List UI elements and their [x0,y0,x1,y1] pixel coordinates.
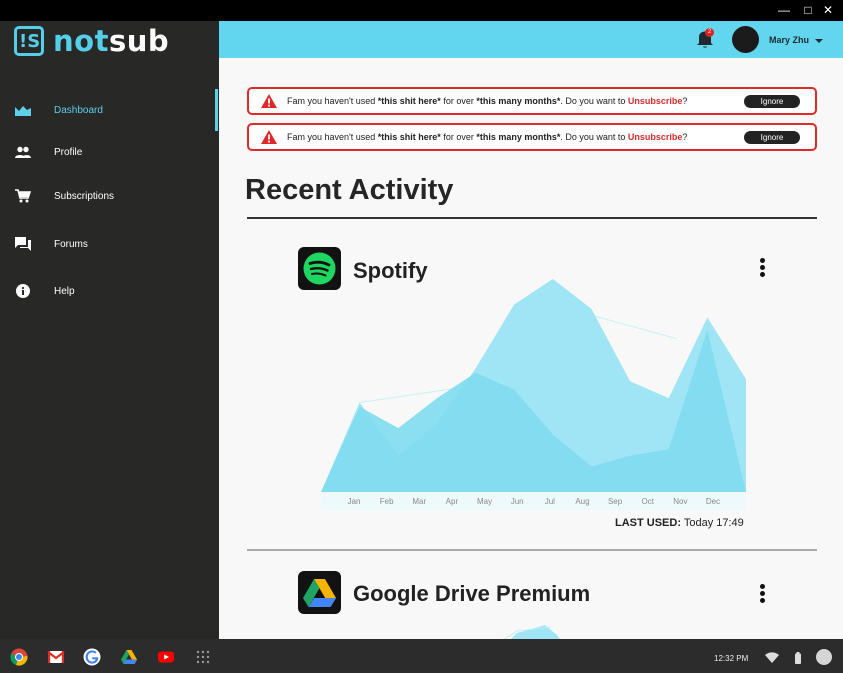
last-used-value: Today 17:49 [681,517,744,529]
last-used-key: LAST USED: [615,517,681,529]
x-tick-label: Sep [608,497,623,506]
sidebar-item-label: Subscriptions [54,190,115,202]
logo-text-not: not [53,24,109,58]
avatar[interactable] [732,26,759,53]
alert-text-end: ? [682,96,688,106]
x-tick-label: Nov [673,497,687,506]
warning-icon [261,94,277,108]
logo-glyph: !S [19,31,41,52]
wifi-icon[interactable] [765,651,779,663]
ignore-button[interactable]: Ignore [744,131,800,144]
app-window: — □ ✕ !S notsub Dashboard Profile Subscr… [0,0,843,673]
alert-text-suffix: . Do you want to [560,132,628,142]
x-tick-label: May [477,497,492,506]
x-tick-label: Aug [575,497,589,506]
sidebar-item-help[interactable]: Help [0,278,219,304]
unsubscribe-link[interactable]: Unsubscribe [628,132,683,142]
alert-text-end: ? [682,132,688,142]
main-content: Fam you haven't used *this shit here* fo… [219,58,843,639]
logo-text-sub: sub [108,24,170,58]
logo-wordmark: notsub [53,24,169,58]
gmail-icon[interactable] [47,648,65,666]
close-button[interactable]: ✕ [820,2,836,18]
chart-area-peek [511,625,560,639]
alert-message: Fam you haven't used *this shit here* fo… [287,132,687,142]
alert-text-suffix: . Do you want to [560,96,628,106]
alert-duration: *this many months* [476,96,561,106]
account-status-icon[interactable] [816,649,832,665]
x-tick-label: Jan [348,497,361,506]
unsubscribe-alert: Fam you haven't used *this shit here* fo… [247,87,817,115]
cart-icon [15,188,31,204]
x-tick-label: Mar [412,497,426,506]
brand-logo[interactable]: !S notsub [14,24,169,58]
sidebar-item-profile[interactable]: Profile [0,139,219,165]
alert-text-prefix: Fam you haven't used [287,132,378,142]
system-clock[interactable]: 12:32 PM [714,654,748,663]
x-tick-label: Oct [642,497,655,506]
window-titlebar: — □ ✕ [0,0,843,21]
battery-icon[interactable] [794,651,802,664]
google-drive-logo-icon [298,571,341,614]
x-tick-label: Jun [511,497,524,506]
alert-text-prefix: Fam you haven't used [287,96,378,106]
card-title: Google Drive Premium [353,581,591,606]
user-name[interactable]: Mary Zhu [769,35,809,45]
more-options-icon[interactable] [758,258,766,282]
warning-icon [261,130,277,144]
sidebar-item-label: Dashboard [54,104,103,116]
sidebar-item-label: Forums [54,238,88,250]
alert-message: Fam you haven't used *this shit here* fo… [287,96,687,106]
sidebar-item-subscriptions[interactable]: Subscriptions [0,183,219,209]
sidebar-item-label: Profile [54,146,83,158]
sidebar-item-dashboard[interactable]: Dashboard [0,97,219,123]
maximize-button[interactable]: □ [800,2,816,18]
google-icon[interactable] [83,648,101,666]
unsubscribe-alert: Fam you haven't used *this shit here* fo… [247,123,817,151]
x-tick-label: Dec [706,497,720,506]
more-options-icon[interactable] [758,584,766,608]
drive-icon[interactable] [120,648,138,666]
minimize-button[interactable]: — [776,2,792,18]
app-launcher-icon[interactable] [196,648,214,666]
page-title: Recent Activity [245,174,454,206]
chart-area-icon [15,102,31,118]
sidebar: !S notsub Dashboard Profile Subscription… [0,21,219,639]
alert-duration: *this many months* [476,132,561,142]
last-used-label: LAST USED: Today 17:49 [615,517,744,529]
sidebar-item-forums[interactable]: Forums [0,231,219,257]
x-tick-label: Jul [545,497,555,506]
people-icon [15,144,31,160]
sidebar-item-label: Help [54,285,75,297]
unsubscribe-link[interactable]: Unsubscribe [628,96,683,106]
youtube-icon[interactable] [157,648,175,666]
x-tick-label: Feb [380,497,394,506]
x-tick-label: Apr [446,497,459,506]
notification-badge: 2 [705,28,714,37]
logo-mark: !S [14,26,44,56]
usage-chart: Jan Feb Mar Apr May Jun Jul Aug Sep Oct Nov Dec [321,279,746,510]
usage-chart-preview [503,625,560,639]
alert-item: *this shit here* [377,96,441,106]
info-icon [15,283,31,299]
taskbar: 12:32 PM [0,639,843,673]
ignore-button[interactable]: Ignore [744,95,800,108]
chrome-icon[interactable] [10,648,28,666]
forum-icon [15,236,31,252]
alert-text-middle: for over [440,132,477,142]
chevron-down-icon[interactable] [815,39,823,43]
alert-text-middle: for over [440,96,477,106]
divider [247,549,817,551]
divider [247,217,817,219]
top-header: 2 Mary Zhu [219,21,843,58]
alert-item: *this shit here* [377,132,441,142]
